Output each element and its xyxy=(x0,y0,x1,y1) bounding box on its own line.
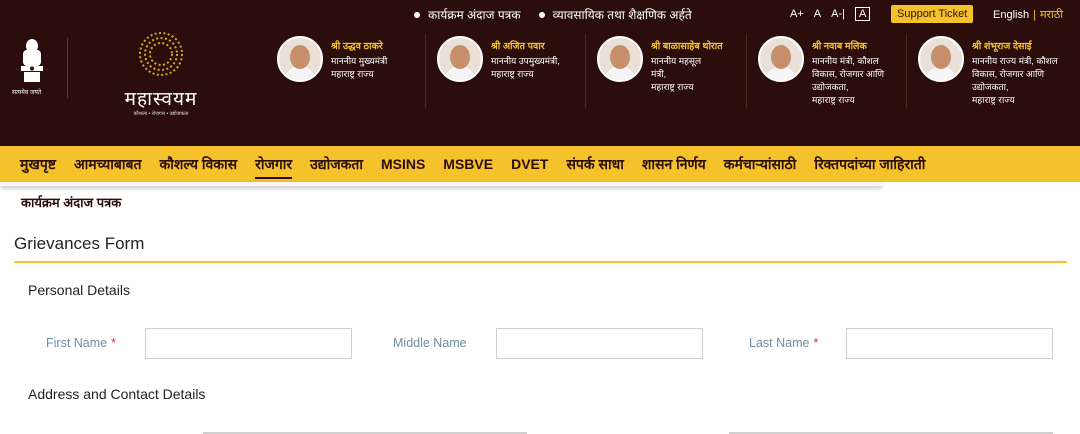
nav-item[interactable]: MSBVE xyxy=(443,146,493,182)
nav-item[interactable]: रिक्तपदांच्या जाहिराती xyxy=(814,146,925,182)
minister-info: श्री नवाब मलिक माननीय मंत्री, कौशल विकास,… xyxy=(812,36,884,107)
mahaswayam-logo[interactable]: महास्वयम कौशल्य • रोजगार • उद्योजकता xyxy=(106,30,216,117)
language-switcher: English | मराठी xyxy=(993,7,1063,22)
contrast-button[interactable]: A xyxy=(854,7,871,21)
ticker-item[interactable]: व्यावसायिक तथा शैक्षणिक अर्हते xyxy=(538,6,692,23)
middle-name-label: Middle Name xyxy=(393,336,467,350)
nav-item[interactable]: कौशल्य विकास xyxy=(160,146,238,182)
bullet-icon xyxy=(538,11,545,18)
nav-item[interactable]: रोजगार xyxy=(255,146,292,182)
minister-card[interactable]: श्री नवाब मलिक माननीय मंत्री, कौशल विकास,… xyxy=(758,36,884,107)
nav-item[interactable]: उद्योजकता xyxy=(310,146,363,182)
ticker-text: व्यावसायिक तथा शैक्षणिक अर्हते xyxy=(552,8,692,22)
minister-divider xyxy=(746,34,747,108)
section-address-contact: Address and Contact Details xyxy=(28,386,206,402)
font-decrease-button[interactable]: A-| xyxy=(831,8,845,20)
nav-item[interactable]: मुखपृष्ट xyxy=(20,146,56,182)
lang-english-link[interactable]: English xyxy=(993,9,1029,21)
font-increase-button[interactable]: A+ xyxy=(790,8,804,20)
main-navigation: मुखपृष्ट आमच्याबाबत कौशल्य विकास रोजगार उद्य… xyxy=(0,146,1080,182)
minister-info: श्री उद्धव ठाकरे माननीय मुख्यमंत्री महारा… xyxy=(331,36,387,82)
minister-divider xyxy=(906,34,907,108)
last-name-input[interactable] xyxy=(846,328,1053,359)
minister-role: माननीय मंत्री, कौशल विकास, रोजगार आणि उद… xyxy=(812,56,884,105)
section-personal-details: Personal Details xyxy=(28,282,130,298)
minister-divider xyxy=(425,34,426,108)
minister-role: माननीय महसूल मंत्री, महाराष्ट्र राज्य xyxy=(651,56,702,92)
minister-name: श्री बाळासाहेब थोरात xyxy=(651,41,723,52)
minister-role: माननीय मुख्यमंत्री महाराष्ट्र राज्य xyxy=(331,56,388,79)
minister-photo xyxy=(437,36,483,82)
bullet-icon xyxy=(414,11,420,18)
minister-name: श्री उद्धव ठाकरे xyxy=(331,41,383,52)
site-header: कार्यक्रम अंदाज पत्रक व्यावसायिक तथा शैक… xyxy=(0,0,1080,182)
header-divider xyxy=(67,38,68,98)
ticker-text: कार्यक्रम अंदाज पत्रक xyxy=(428,8,521,22)
minister-name: श्री अजित पवार xyxy=(491,41,545,52)
minister-divider xyxy=(585,34,586,108)
rojgar-dropdown-panel xyxy=(0,182,882,186)
minister-role: माननीय उपमुख्यमंत्री, महाराष्ट्र राज्य xyxy=(491,56,560,79)
emblem-caption: सत्यमेव जयते xyxy=(12,90,42,96)
support-ticket-button[interactable]: Support Ticket xyxy=(891,5,974,23)
minister-name: श्री शंभूराज देसाई xyxy=(972,41,1032,52)
minister-photo xyxy=(758,36,804,82)
nav-item[interactable]: शासन निर्णय xyxy=(642,146,706,182)
minister-card[interactable]: श्री अजित पवार माननीय उपमुख्यमंत्री, महार… xyxy=(437,36,560,82)
font-normal-button[interactable]: A xyxy=(814,8,821,20)
page-title: Grievances Form xyxy=(14,234,145,253)
last-name-label: Last Name * xyxy=(749,336,819,350)
sun-logo-icon xyxy=(139,32,183,76)
minister-card[interactable]: श्री शंभूराज देसाई माननीय राज्य मंत्री, क… xyxy=(918,36,1058,107)
required-marker: * xyxy=(111,336,116,350)
minister-name: श्री नवाब मलिक xyxy=(812,41,867,52)
state-emblem[interactable] xyxy=(14,36,50,96)
nav-item[interactable]: संपर्क साधा xyxy=(566,146,623,182)
required-marker: * xyxy=(813,336,819,350)
minister-photo xyxy=(918,36,964,82)
minister-info: श्री अजित पवार माननीय उपमुख्यमंत्री, महार… xyxy=(491,36,560,82)
submenu-item-program-budget[interactable]: कार्यक्रम अंदाज पत्रक xyxy=(21,193,121,211)
minister-photo xyxy=(277,36,323,82)
logo-name: महास्वयम xyxy=(124,88,198,110)
nav-item[interactable]: कर्मचाऱ्यांसाठी xyxy=(724,146,797,182)
nav-item[interactable]: MSINS xyxy=(381,146,425,182)
minister-card[interactable]: श्री उद्धव ठाकरे माननीय मुख्यमंत्री महारा… xyxy=(277,36,387,82)
minister-info: श्री बाळासाहेब थोरात माननीय महसूल मंत्री,… xyxy=(651,36,723,94)
logo-tagline: कौशल्य • रोजगार • उद्योजकता xyxy=(133,111,189,117)
ticker-item[interactable]: कार्यक्रम अंदाज पत्रक xyxy=(414,6,521,23)
news-ticker: कार्यक्रम अंदाज पत्रक व्यावसायिक तथा शैक… xyxy=(414,6,692,23)
ashoka-emblem-icon xyxy=(21,39,43,82)
first-name-input[interactable] xyxy=(145,328,352,359)
font-size-controls: A+ A A-| A xyxy=(790,7,871,21)
minister-role: माननीय राज्य मंत्री, कौशल विकास, रोजगार … xyxy=(972,56,1058,105)
lang-separator: | xyxy=(1033,9,1036,21)
first-name-label: First Name * xyxy=(46,336,116,350)
minister-card[interactable]: श्री बाळासाहेब थोरात माननीय महसूल मंत्री,… xyxy=(597,36,723,94)
minister-photo xyxy=(597,36,643,82)
middle-name-input[interactable] xyxy=(496,328,703,359)
nav-item[interactable]: आमच्याबाबत xyxy=(74,146,142,182)
nav-item[interactable]: DVET xyxy=(511,146,548,182)
title-divider xyxy=(14,261,1067,263)
minister-info: श्री शंभूराज देसाई माननीय राज्य मंत्री, क… xyxy=(972,36,1058,107)
lang-marathi-link[interactable]: मराठी xyxy=(1040,9,1063,21)
